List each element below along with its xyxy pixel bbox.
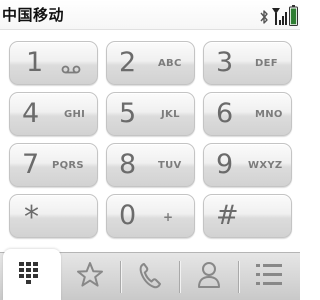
tab-menu-list[interactable] [240, 253, 298, 300]
phone-handset-icon [138, 261, 162, 293]
bottom-tab-bar [0, 249, 300, 300]
key-digit: 3 [216, 47, 234, 78]
tab-dialpad[interactable] [3, 249, 61, 300]
key-9[interactable]: 9 WXYZ [203, 143, 292, 187]
key-letters: MNO [255, 109, 283, 120]
key-5[interactable]: 5 JKL [106, 92, 195, 136]
key-letters: PQRS [52, 160, 84, 171]
key-letters: JKL [161, 109, 180, 120]
key-hash[interactable]: # [203, 194, 292, 238]
bluetooth-icon [259, 8, 269, 26]
battery-icon [289, 5, 298, 26]
key-digit: 9 [216, 149, 234, 180]
key-4[interactable]: 4 GHI [9, 92, 98, 136]
dialpad-icon [19, 262, 45, 288]
dial-keypad: 1 2 ABC 3 DEF 4 GHI 5 JKL 6 MNO 7 PQRS 8… [9, 41, 292, 241]
carrier-name: 中国移动 [2, 6, 65, 24]
key-digit: 0 [119, 200, 137, 231]
key-digit: 8 [119, 149, 137, 180]
key-digit: 2 [119, 47, 137, 78]
key-digit: * [24, 200, 39, 235]
signal-icon [271, 6, 287, 26]
key-digit: 7 [22, 149, 40, 180]
tab-divider [238, 261, 239, 293]
key-digit: 4 [22, 98, 40, 129]
phone-dialer-screen: 中国移动 1 2 ABC 3 DEF 4 GHI 5 JKL 6 MNO 7 P… [0, 0, 300, 300]
key-0[interactable]: 0 + [106, 194, 195, 238]
contact-person-icon [197, 261, 221, 293]
key-6[interactable]: 6 MNO [203, 92, 292, 136]
key-2[interactable]: 2 ABC [106, 41, 195, 85]
voicemail-icon [61, 59, 81, 78]
key-7[interactable]: 7 PQRS [9, 143, 98, 187]
key-digit: # [216, 200, 239, 231]
key-letters: TUV [158, 160, 182, 171]
key-letters: WXYZ [248, 160, 283, 171]
key-letters: + [163, 210, 174, 224]
key-letters: ABC [158, 58, 182, 69]
tab-favorites[interactable] [61, 253, 119, 300]
key-star[interactable]: * [9, 194, 98, 238]
key-digit: 5 [119, 98, 137, 129]
tab-contacts[interactable] [180, 253, 238, 300]
key-1[interactable]: 1 [9, 41, 98, 85]
key-8[interactable]: 8 TUV [106, 143, 195, 187]
key-letters: DEF [255, 58, 278, 69]
key-3[interactable]: 3 DEF [203, 41, 292, 85]
key-digit: 1 [26, 47, 44, 78]
status-bar: 中国移动 [0, 0, 300, 30]
key-digit: 6 [216, 98, 234, 129]
status-icons [259, 4, 298, 26]
tab-call-log[interactable] [121, 253, 179, 300]
star-icon [76, 261, 104, 292]
key-letters: GHI [64, 109, 86, 120]
list-icon [256, 262, 282, 292]
